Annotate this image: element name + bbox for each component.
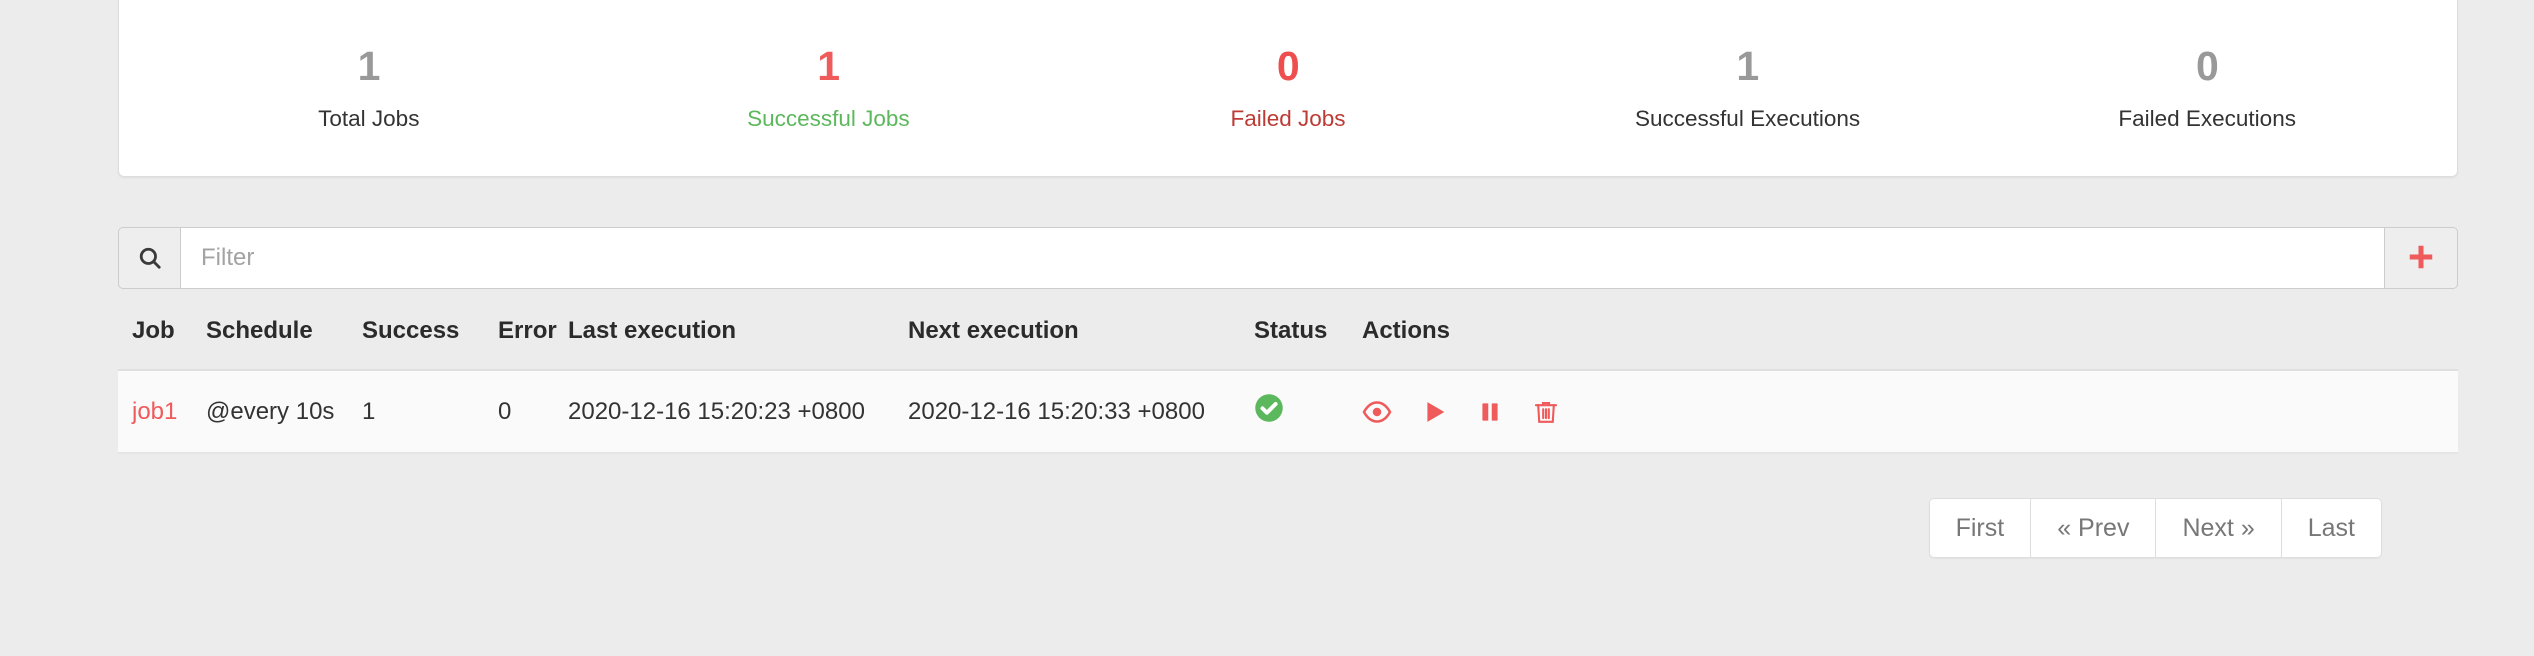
filter-bar: [118, 227, 2458, 289]
column-header-last-execution: Last execution: [568, 317, 737, 344]
play-icon[interactable]: [1421, 398, 1449, 426]
column-header-job: Job: [132, 317, 175, 344]
add-job-button[interactable]: [2384, 227, 2458, 289]
plus-icon: [2406, 242, 2436, 275]
pause-icon[interactable]: [1477, 398, 1503, 426]
stat-successful-jobs-label: Successful Jobs: [747, 106, 910, 132]
search-input[interactable]: [180, 227, 2384, 289]
view-icon[interactable]: [1362, 397, 1392, 427]
stat-total-jobs-value: 1: [357, 43, 381, 90]
column-header-next-execution: Next execution: [908, 317, 1079, 344]
jobs-table-body: job1 @every 10s 1 0 2020-12-16 15:20:23 …: [118, 369, 2458, 454]
dashboard-page: 1 Total Jobs 1 Successful Jobs 0 Failed …: [0, 0, 2534, 656]
column-header-spacer: [1532, 317, 2458, 370]
stat-failed-executions: 0 Failed Executions: [1977, 43, 2437, 132]
stat-failed-executions-value: 0: [2196, 43, 2219, 90]
cell-error-count: 0: [498, 369, 568, 454]
content-container: 1 Total Jobs 1 Successful Jobs 0 Failed …: [118, 0, 2458, 558]
cell-next-execution: 2020-12-16 15:20:33 +0800: [908, 369, 1254, 454]
job-name-link[interactable]: job1: [132, 398, 177, 425]
jobs-table-head: Job Schedule Success Error Last executio…: [118, 317, 2458, 370]
jobs-table: Job Schedule Success Error Last executio…: [118, 317, 2458, 454]
stat-successful-executions-label: Successful Executions: [1635, 106, 1861, 132]
column-header-status: Status: [1254, 317, 1328, 344]
pagination-prev-button[interactable]: « Prev: [2030, 498, 2156, 558]
column-header-success: Success: [362, 317, 460, 344]
cell-last-execution: 2020-12-16 15:20:23 +0800: [568, 369, 908, 454]
cell-job: job1: [118, 369, 206, 454]
stat-failed-executions-label: Failed Executions: [2118, 106, 2296, 132]
stat-total-jobs: 1 Total Jobs: [139, 43, 599, 132]
trash-icon[interactable]: [1532, 398, 1560, 426]
column-header-schedule: Schedule: [206, 317, 313, 344]
pagination-container: First « Prev Next » Last: [118, 498, 2458, 558]
table-header-row: Job Schedule Success Error Last executio…: [118, 317, 2458, 370]
search-icon: [118, 227, 180, 289]
stat-failed-jobs-value: 0: [1276, 43, 1300, 90]
pagination-first-button[interactable]: First: [1928, 498, 2031, 558]
stats-summary-card: 1 Total Jobs 1 Successful Jobs 0 Failed …: [118, 0, 2458, 177]
cell-spacer: [1532, 369, 2458, 454]
cell-success-count: 1: [362, 369, 498, 454]
stat-successful-jobs: 1 Successful Jobs: [599, 43, 1059, 132]
table-row: job1 @every 10s 1 0 2020-12-16 15:20:23 …: [118, 369, 2458, 454]
cell-status: [1254, 369, 1362, 454]
stat-successful-executions: 1 Successful Executions: [1518, 43, 1978, 132]
stat-failed-jobs: 0 Failed Jobs: [1058, 43, 1518, 132]
stat-failed-jobs-label: Failed Jobs: [1230, 106, 1346, 132]
cell-schedule: @every 10s: [206, 369, 362, 454]
pagination-next-button[interactable]: Next »: [2155, 498, 2281, 558]
pagination-last-button[interactable]: Last: [2280, 498, 2382, 558]
cell-actions: [1362, 369, 1558, 454]
stat-total-jobs-label: Total Jobs: [318, 106, 420, 132]
pagination: First « Prev Next » Last: [1928, 498, 2382, 558]
stat-successful-executions-value: 1: [1736, 43, 1759, 90]
column-header-actions: Actions: [1362, 317, 1451, 344]
stat-successful-jobs-value: 1: [817, 43, 840, 90]
check-circle-icon: [1254, 393, 1284, 430]
column-header-error: Error: [498, 317, 557, 344]
